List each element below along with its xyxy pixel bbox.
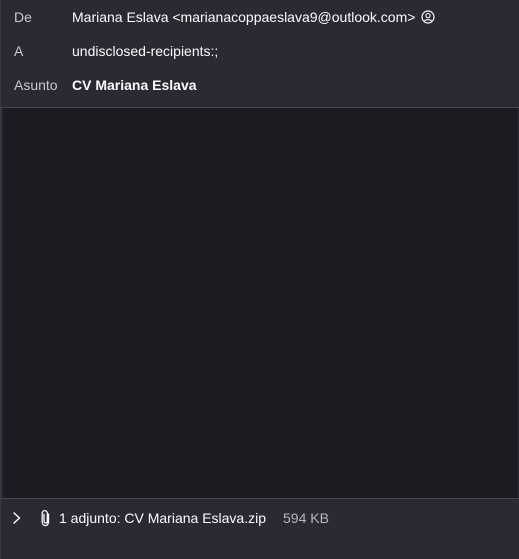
from-label: De (14, 9, 32, 25)
subject-label: Asunto (14, 77, 58, 93)
header-row-subject: Asunto CV Mariana Eslava (1, 68, 519, 102)
message-window: De Mariana Eslava <marianacoppaeslava9@o… (0, 0, 519, 559)
attachment-bar[interactable]: 1 adjunto: CV Mariana Eslava.zip 594 KB (1, 498, 519, 538)
from-address[interactable]: Mariana Eslava <marianacoppaeslava9@outl… (72, 9, 415, 25)
message-body[interactable] (3, 108, 518, 498)
to-label: A (14, 43, 24, 59)
to-value[interactable]: undisclosed-recipients:; (72, 43, 218, 59)
header-row-to: A undisclosed-recipients:; (1, 34, 519, 68)
subject-value: CV Mariana Eslava (72, 77, 197, 93)
contact-icon[interactable] (421, 10, 436, 24)
header-row-from: De Mariana Eslava <marianacoppaeslava9@o… (1, 0, 519, 34)
from-value[interactable]: Mariana Eslava <marianacoppaeslava9@outl… (72, 9, 436, 25)
paperclip-icon (41, 509, 50, 527)
message-header: De Mariana Eslava <marianacoppaeslava9@o… (1, 0, 519, 108)
attachment-size: 594 KB (283, 510, 329, 526)
bottom-strip (1, 538, 519, 559)
chevron-right-icon[interactable] (11, 510, 23, 526)
attachment-summary[interactable]: 1 adjunto: CV Mariana Eslava.zip (59, 510, 266, 526)
